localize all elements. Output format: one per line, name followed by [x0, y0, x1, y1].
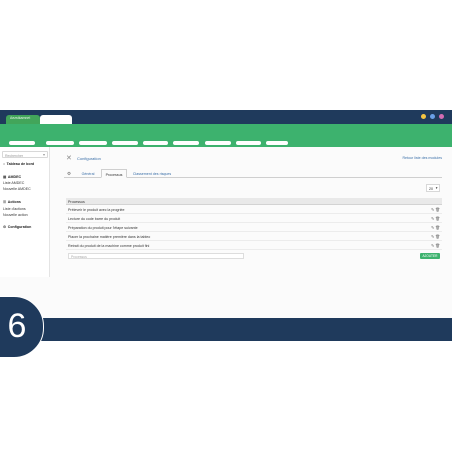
new-process-row: Processus AJOUTER	[66, 251, 442, 261]
chevron-down-icon: ▾	[42, 152, 45, 157]
tab-settings-icon[interactable]: ⚙	[64, 169, 74, 178]
edit-icon[interactable]: ✎	[431, 226, 434, 230]
sidebar-item-label: AMDEC	[7, 175, 22, 179]
sidebar-item-dashboard[interactable]: ⌂ Tableau de bord	[3, 162, 34, 166]
grid-icon: ▦	[3, 175, 7, 179]
delete-icon[interactable]: 🗑	[435, 226, 440, 230]
edit-icon[interactable]: ✎	[431, 235, 434, 239]
sidebar-item-amdec-new[interactable]: Nouvelle AMDEC	[3, 187, 31, 191]
bottom-banner	[0, 318, 452, 341]
edit-icon[interactable]: ✎	[431, 217, 434, 221]
sidebar-item-label: Liste d'actions	[3, 207, 26, 211]
table-row: Lecture du code barre du produit ✎🗑	[66, 214, 442, 223]
chevron-down-icon: ▾	[435, 186, 438, 190]
table-row: Préparation du produit pour l'étape suiv…	[66, 223, 442, 232]
edit-icon[interactable]: ✎	[431, 244, 434, 248]
browser-tab-label: Aezstkamnet	[10, 116, 31, 120]
sidebar-item-label: Nouvelle action	[3, 213, 28, 217]
sidebar-item-label: Nouvelle AMDEC	[3, 187, 31, 191]
nav-item[interactable]	[112, 141, 138, 145]
nav-item[interactable]	[266, 141, 288, 145]
tab-classement[interactable]: Classement des risques	[128, 169, 176, 178]
screenshot-stage: Aezstkamnet Rechercher ▾ ⌂ Tableau de bor…	[0, 0, 452, 452]
table-row: Préleveir le produit avec la progrièe ✎🗑	[66, 205, 442, 214]
table-row: Retrait du produit de la machine comme p…	[66, 241, 442, 250]
nav-item[interactable]	[236, 141, 261, 145]
list-icon: ☰	[3, 200, 7, 204]
sidebar-item-actions-list[interactable]: Liste d'actions	[3, 207, 26, 211]
delete-icon[interactable]: 🗑	[435, 244, 440, 248]
row-label: Préleveir le produit avec la progrièe	[68, 207, 125, 212]
app-window: Aezstkamnet Rechercher ▾ ⌂ Tableau de bor…	[0, 110, 452, 318]
back-to-modules-link[interactable]: Retour liste des modules	[402, 156, 442, 160]
step-number: 6	[7, 307, 27, 345]
nav-item[interactable]	[79, 141, 107, 145]
sidebar-item-label: Tableau de bord	[6, 162, 35, 166]
nav-item[interactable]	[173, 141, 199, 145]
gear-icon: ⚙	[3, 225, 7, 229]
sidebar-item-label: Liste AMDEC	[3, 181, 25, 185]
edit-icon[interactable]: ✎	[431, 208, 434, 212]
sidebar-item-amdec-list[interactable]: Liste AMDEC	[3, 181, 24, 185]
sidebar-item-actions-new[interactable]: Nouvelle action	[3, 213, 28, 217]
sidebar: Rechercher ▾ ⌂ Tableau de bord ▦ AMDEC Lis…	[0, 147, 50, 277]
top-navbar	[0, 124, 452, 147]
window-control-dot[interactable]	[421, 114, 426, 119]
nav-item[interactable]	[143, 141, 168, 145]
browser-tab-active[interactable]: Aezstkamnet	[6, 115, 40, 124]
tab-general[interactable]: Général	[76, 169, 100, 178]
nav-item[interactable]	[9, 141, 35, 145]
window-control-dot[interactable]	[430, 114, 435, 119]
delete-icon[interactable]: 🗑	[435, 208, 440, 212]
row-label: Placer la prochaine matière première dan…	[68, 234, 151, 239]
sidebar-item-label: Configuration	[7, 225, 32, 229]
nav-item[interactable]	[46, 141, 74, 145]
browser-tab-inactive[interactable]	[40, 115, 72, 124]
search-placeholder: Rechercher	[5, 153, 24, 158]
sidebar-item-amdec[interactable]: ▦ AMDEC	[3, 175, 21, 179]
per-page-select[interactable]: 20 ▾	[426, 184, 440, 192]
tab-processus[interactable]: Processus	[101, 169, 127, 178]
add-button[interactable]: AJOUTER	[420, 253, 440, 259]
row-label: Lecture du code barre du produit	[68, 216, 121, 221]
row-label: Retrait du produit de la machine comme p…	[68, 243, 150, 248]
row-label: Préparation du produit pour l'étape suiv…	[68, 225, 138, 230]
sidebar-item-configuration[interactable]: ⚙ Configuration	[3, 225, 31, 229]
sidebar-item-actions[interactable]: ☰ Actions	[3, 200, 21, 204]
nav-item[interactable]	[205, 141, 231, 145]
delete-icon[interactable]: 🗑	[435, 235, 440, 239]
new-process-input[interactable]: Processus	[68, 253, 244, 259]
tools-icon: ✕	[66, 155, 72, 162]
delete-icon[interactable]: 🗑	[435, 217, 440, 221]
window-control-dot[interactable]	[439, 114, 444, 119]
step-number-badge: 6	[0, 296, 44, 358]
browser-chrome: Aezstkamnet	[0, 110, 452, 124]
page-title: Configuration	[77, 156, 101, 161]
home-icon: ⌂	[3, 162, 6, 166]
sidebar-search-input[interactable]: Rechercher ▾	[2, 151, 48, 158]
main-content: ✕ Configuration Retour liste des modules…	[50, 147, 452, 318]
table-header: Processus	[66, 198, 442, 205]
sidebar-item-label: Actions	[7, 200, 21, 204]
gear-icon: ⚙	[66, 170, 72, 176]
tab-bar: ⚙ Général Processus Classement des risqu…	[64, 169, 442, 178]
per-page-value: 20	[429, 186, 433, 191]
table-row: Placer la prochaine matière première dan…	[66, 232, 442, 241]
process-table: Processus Préleveir le produit avec la p…	[66, 198, 442, 261]
